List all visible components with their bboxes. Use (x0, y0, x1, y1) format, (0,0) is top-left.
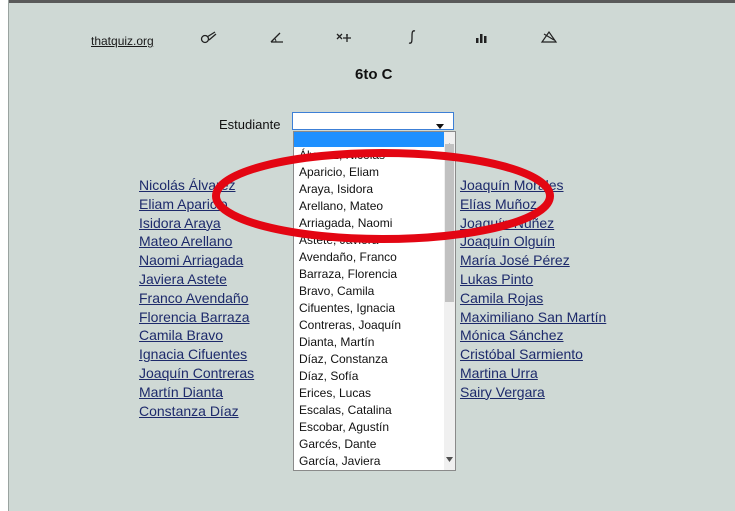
dropdown-option[interactable]: Barraza, Florencia (294, 266, 444, 283)
dropdown-option[interactable]: Dianta, Martín (294, 334, 444, 351)
dropdown-option[interactable]: Astete, Javiera (294, 232, 444, 249)
student-dropdown-list[interactable]: Álvarez, Nicolás Aparicio, Eliam Araya, Is… (293, 131, 456, 471)
student-link[interactable]: Mónica Sánchez (460, 326, 606, 345)
dropdown-option[interactable]: Arriagada, Naomi (294, 215, 444, 232)
student-link[interactable]: Constanza Díaz (139, 402, 254, 421)
page-title: 6to C (355, 66, 393, 83)
student-link[interactable]: Joaquín Núñez (460, 214, 606, 233)
student-link[interactable]: Javiera Astete (139, 270, 254, 289)
dropdown-option[interactable]: Erices, Lucas (294, 385, 444, 402)
tools-icon[interactable] (198, 28, 220, 46)
student-link[interactable]: Joaquín Morales (460, 176, 606, 195)
dropdown-option[interactable]: García, Javiera (294, 453, 444, 470)
student-link[interactable]: Eliam Aparicio (139, 195, 254, 214)
student-select[interactable] (292, 112, 454, 130)
dropdown-option[interactable]: Aparicio, Eliam (294, 164, 444, 181)
dropdown-option[interactable]: Avendaño, Franco (294, 249, 444, 266)
student-link[interactable]: Lukas Pinto (460, 270, 606, 289)
student-link[interactable]: Franco Avendaño (139, 289, 254, 308)
student-links-left: Nicolás Álvarez Eliam Aparicio Isidora Ara… (139, 176, 254, 420)
dropdown-option[interactable]: Díaz, Constanza (294, 351, 444, 368)
student-link[interactable]: Martina Urra (460, 364, 606, 383)
student-link[interactable]: María José Pérez (460, 251, 606, 270)
dropdown-option[interactable]: Escobar, Agustín (294, 419, 444, 436)
student-links-right: Joaquín Morales Elías Muñoz Joaquín Núñez J… (460, 176, 606, 402)
student-link[interactable]: Ignacia Cifuentes (139, 345, 254, 364)
scroll-down-icon[interactable] (446, 449, 453, 467)
dropdown-options: Álvarez, Nicolás Aparicio, Eliam Araya, Is… (294, 132, 444, 470)
student-link[interactable]: Isidora Araya (139, 214, 254, 233)
dropdown-scrollbar[interactable] (444, 132, 455, 470)
student-link[interactable]: Joaquín Contreras (139, 364, 254, 383)
angle-icon[interactable] (266, 28, 288, 46)
student-link[interactable]: Elías Muñoz (460, 195, 606, 214)
student-link[interactable]: Joaquín Olguín (460, 232, 606, 251)
dropdown-option[interactable]: Díaz, Sofía (294, 368, 444, 385)
dropdown-option[interactable]: Araya, Isidora (294, 181, 444, 198)
integral-icon[interactable] (401, 28, 423, 46)
dropdown-option[interactable]: Garcés, Dante (294, 436, 444, 453)
student-link[interactable]: Camila Rojas (460, 289, 606, 308)
dropdown-option[interactable]: Contreras, Joaquín (294, 317, 444, 334)
geometry-icon[interactable] (538, 28, 560, 46)
dropdown-option[interactable]: Álvarez, Nicolás (294, 147, 444, 164)
dropdown-option[interactable]: Escalas, Catalina (294, 402, 444, 419)
arithmetic-icon[interactable] (333, 28, 355, 46)
student-link[interactable]: Nicolás Álvarez (139, 176, 254, 195)
dropdown-option[interactable]: Bravo, Camila (294, 283, 444, 300)
student-link[interactable]: Sairy Vergara (460, 383, 606, 402)
student-link[interactable]: Naomi Arriagada (139, 251, 254, 270)
student-link[interactable]: Cristóbal Sarmiento (460, 345, 606, 364)
dropdown-option[interactable]: Cifuentes, Ignacia (294, 300, 444, 317)
student-link[interactable]: Camila Bravo (139, 326, 254, 345)
student-link[interactable]: Martín Dianta (139, 383, 254, 402)
bar-chart-icon[interactable] (470, 28, 492, 46)
student-link[interactable]: Maximiliano San Martín (460, 308, 606, 327)
site-link[interactable]: thatquiz.org (91, 34, 154, 48)
dropdown-option[interactable]: Arellano, Mateo (294, 198, 444, 215)
dropdown-option-blank-selected[interactable] (294, 132, 444, 147)
scrollbar-thumb[interactable] (445, 144, 454, 302)
student-label: Estudiante (219, 117, 281, 132)
student-link[interactable]: Florencia Barraza (139, 308, 254, 327)
student-link[interactable]: Mateo Arellano (139, 232, 254, 251)
